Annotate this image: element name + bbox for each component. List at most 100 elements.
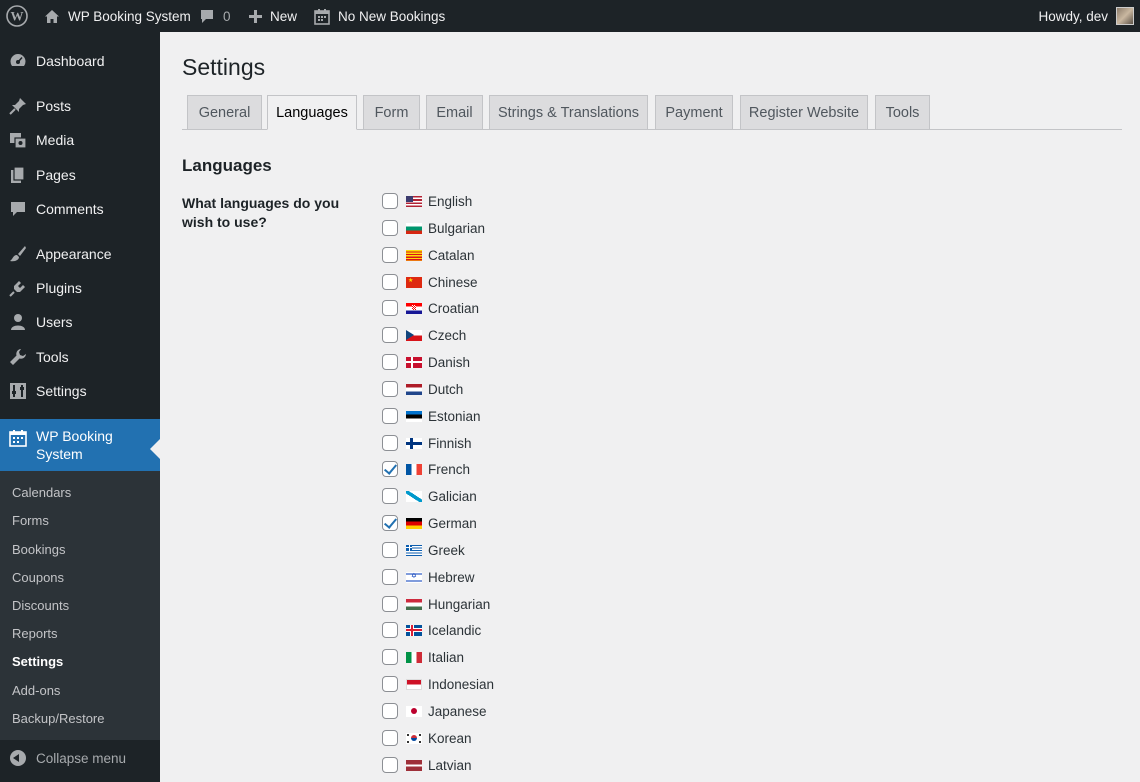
tab-register-website[interactable]: Register Website <box>740 95 868 129</box>
submenu-item-forms[interactable]: Forms <box>12 513 49 528</box>
italy-flag-icon <box>406 651 422 663</box>
indonesia-flag-icon <box>406 678 422 690</box>
submenu-item-calendars[interactable]: Calendars <box>12 485 71 500</box>
language-option-croatian[interactable]: Croatian <box>382 299 479 317</box>
checkbox[interactable] <box>382 247 398 263</box>
checkbox[interactable] <box>382 757 398 773</box>
korea-flag-icon <box>406 732 422 744</box>
tab-tools[interactable]: Tools <box>875 95 930 129</box>
language-option-dutch[interactable]: Dutch <box>382 380 463 398</box>
submenu-item-discounts[interactable]: Discounts <box>12 598 69 613</box>
tab-payment[interactable]: Payment <box>655 95 733 129</box>
sidebar-item-users[interactable]: Users <box>0 310 160 334</box>
language-label: Latvian <box>428 757 472 773</box>
settings-tabs: General Languages Form Email Strings & T… <box>182 95 1122 130</box>
language-option-greek[interactable]: Greek <box>382 541 465 559</box>
dashboard-icon <box>8 51 28 71</box>
tab-general[interactable]: General <box>187 95 262 129</box>
comments-link[interactable]: 0 <box>199 0 231 32</box>
collapse-menu-label: Collapse menu <box>36 750 127 766</box>
submenu: Calendars Forms Bookings Coupons Discoun… <box>0 471 160 740</box>
site-name-label: WP Booking System <box>68 8 191 24</box>
submenu-item-reports[interactable]: Reports <box>12 626 58 641</box>
language-option-italian[interactable]: Italian <box>382 648 464 666</box>
checkbox[interactable] <box>382 649 398 665</box>
checkbox[interactable] <box>382 300 398 316</box>
language-option-danish[interactable]: Danish <box>382 353 470 371</box>
site-name-link[interactable]: WP Booking System <box>44 0 191 32</box>
checkbox[interactable] <box>382 354 398 370</box>
language-option-icelandic[interactable]: Icelandic <box>382 621 481 639</box>
language-label: Galician <box>428 488 477 504</box>
checkbox[interactable] <box>382 327 398 343</box>
checkbox[interactable] <box>382 193 398 209</box>
checkbox[interactable] <box>382 622 398 638</box>
checkbox[interactable] <box>382 569 398 585</box>
language-option-english[interactable]: English <box>382 192 472 210</box>
language-option-hungarian[interactable]: Hungarian <box>382 595 490 613</box>
language-option-chinese[interactable]: ★ Chinese <box>382 273 478 291</box>
submenu-item-bookings[interactable]: Bookings <box>12 542 65 557</box>
checkbox[interactable] <box>382 381 398 397</box>
checkbox[interactable] <box>382 274 398 290</box>
submenu-item-coupons[interactable]: Coupons <box>12 570 64 585</box>
sidebar-item-label: Settings <box>36 383 87 399</box>
language-option-hebrew[interactable]: ✡ Hebrew <box>382 568 475 586</box>
language-option-bulgarian[interactable]: Bulgarian <box>382 219 485 237</box>
sidebar-item-posts[interactable]: Posts <box>0 94 160 118</box>
tab-form[interactable]: Form <box>363 95 420 129</box>
japan-flag-icon <box>406 705 422 717</box>
tab-strings-translations[interactable]: Strings & Translations <box>489 95 648 129</box>
bookings-link[interactable]: No New Bookings <box>314 0 445 32</box>
checkbox[interactable] <box>382 488 398 504</box>
sidebar-item-dashboard[interactable]: Dashboard <box>0 49 160 73</box>
checkbox[interactable] <box>382 435 398 451</box>
language-option-catalan[interactable]: Catalan <box>382 246 475 264</box>
account-menu[interactable]: Howdy, dev <box>1038 0 1134 32</box>
language-option-french[interactable]: French <box>382 460 470 478</box>
tab-languages[interactable]: Languages <box>267 95 357 130</box>
checkbox[interactable] <box>382 542 398 558</box>
sidebar-item-media[interactable]: Media <box>0 128 160 152</box>
language-option-czech[interactable]: Czech <box>382 326 466 344</box>
sidebar-item-comments[interactable]: Comments <box>0 197 160 221</box>
tab-email[interactable]: Email <box>426 95 483 129</box>
estonia-flag-icon <box>406 410 422 422</box>
collapse-menu-button[interactable]: Collapse menu <box>0 746 160 770</box>
sidebar-item-plugins[interactable]: Plugins <box>0 276 160 300</box>
language-option-galician[interactable]: Galician <box>382 487 477 505</box>
checkbox[interactable] <box>382 515 398 531</box>
language-option-japanese[interactable]: Japanese <box>382 702 487 720</box>
new-content-link[interactable]: New <box>248 0 297 32</box>
wordpress-logo-icon[interactable]: W <box>6 0 30 32</box>
finland-flag-icon <box>406 437 422 449</box>
language-option-estonian[interactable]: Estonian <box>382 407 481 425</box>
sidebar-item-tools[interactable]: Tools <box>0 345 160 369</box>
sidebar-item-label: Users <box>36 314 73 330</box>
sidebar-item-wp-booking-system[interactable]: WP Booking System <box>0 419 160 471</box>
language-option-latvian[interactable]: Latvian <box>382 756 472 774</box>
checkbox[interactable] <box>382 461 398 477</box>
checkbox[interactable] <box>382 730 398 746</box>
sidebar-item-appearance[interactable]: Appearance <box>0 242 160 266</box>
calendar-icon <box>8 428 28 448</box>
checkbox[interactable] <box>382 703 398 719</box>
sidebar-item-pages[interactable]: Pages <box>0 163 160 187</box>
checkbox[interactable] <box>382 596 398 612</box>
language-option-indonesian[interactable]: Indonesian <box>382 675 494 693</box>
language-option-korean[interactable]: Korean <box>382 729 472 747</box>
submenu-item-add-ons[interactable]: Add-ons <box>12 683 60 698</box>
checkbox[interactable] <box>382 220 398 236</box>
language-label: Hungarian <box>428 596 491 612</box>
germany-flag-icon <box>406 517 422 529</box>
china-flag-icon: ★ <box>406 276 422 288</box>
language-option-finnish[interactable]: Finnish <box>382 434 472 452</box>
sidebar-item-settings[interactable]: Settings <box>0 379 160 403</box>
israel-flag-icon: ✡ <box>406 571 422 583</box>
checkbox[interactable] <box>382 408 398 424</box>
settings-icon <box>8 381 28 401</box>
language-option-german[interactable]: German <box>382 514 477 532</box>
submenu-item-settings[interactable]: Settings <box>12 654 63 669</box>
submenu-item-backup-restore[interactable]: Backup/Restore <box>12 711 105 726</box>
checkbox[interactable] <box>382 676 398 692</box>
